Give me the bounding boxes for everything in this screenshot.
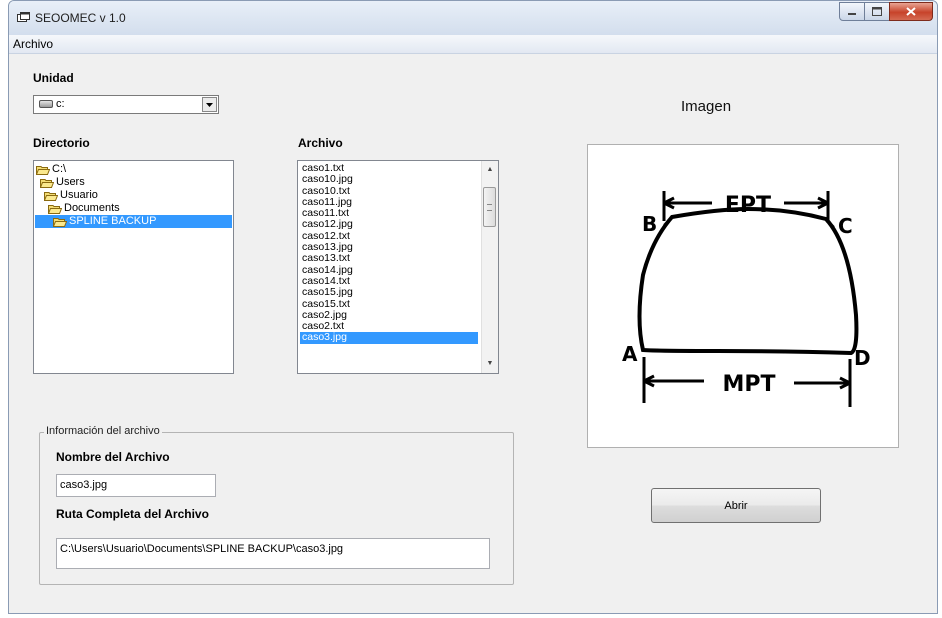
archivo-label: Archivo <box>298 136 343 150</box>
close-icon <box>906 7 916 16</box>
window-title: SEOOMEC v 1.0 <box>35 11 126 25</box>
folder-open-icon <box>40 178 54 188</box>
corner-b-label: B <box>642 212 657 236</box>
dropdown-arrow-button[interactable] <box>202 97 217 112</box>
unidad-selected: c: <box>56 98 65 110</box>
close-button[interactable] <box>889 2 933 21</box>
image-preview: EPT MPT B C A D <box>587 144 899 448</box>
dir-item[interactable]: Usuario <box>44 189 98 202</box>
file-item-selected[interactable]: caso3.jpg <box>300 332 478 344</box>
dir-item-label: Documents <box>64 202 120 214</box>
file-list[interactable]: caso1.txt caso10.jpg caso10.txt caso11.j… <box>297 160 499 374</box>
grip-icon <box>487 204 492 211</box>
menu-bar: Archivo <box>9 35 937 54</box>
corner-a-label: A <box>622 342 638 366</box>
dir-item[interactable]: Users <box>40 176 85 189</box>
file-info-group-title: Información del archivo <box>44 425 162 437</box>
dir-item-label: SPLINE BACKUP <box>69 215 157 227</box>
client-area: Unidad c: Directorio C:\ Users Usuario D… <box>9 54 937 613</box>
file-item[interactable]: caso15.jpg <box>300 287 478 298</box>
file-path-label: Ruta Completa del Archivo <box>56 507 209 521</box>
ept-label: EPT <box>725 193 771 218</box>
dir-item-label: Users <box>56 176 85 188</box>
scroll-up-icon[interactable]: ▲ <box>484 163 496 177</box>
imagen-label: Imagen <box>681 98 732 115</box>
corner-d-label: D <box>854 346 871 370</box>
directory-list[interactable]: C:\ Users Usuario Documents SPLINE BACKU… <box>33 160 234 374</box>
dir-item[interactable]: C:\ <box>36 163 66 176</box>
file-info-group: Información del archivo Nombre del Archi… <box>39 425 514 585</box>
dir-item-label: C:\ <box>52 163 67 175</box>
scroll-down-icon[interactable]: ▼ <box>484 357 496 371</box>
minimize-button[interactable] <box>839 2 865 21</box>
file-name-field[interactable]: caso3.jpg <box>56 474 216 497</box>
ept-mpt-diagram: EPT MPT B C A D <box>622 191 871 407</box>
file-path-field[interactable]: C:\Users\Usuario\Documents\SPLINE BACKUP… <box>56 538 490 569</box>
main-window: SEOOMEC v 1.0 Archivo Unidad c: Director… <box>8 0 938 614</box>
file-item[interactable]: caso10.jpg <box>300 174 478 185</box>
file-item[interactable]: caso13.txt <box>300 253 478 264</box>
unidad-combobox[interactable]: c: <box>33 95 219 114</box>
abrir-button[interactable]: Abrir <box>651 488 821 523</box>
scrollbar-thumb[interactable] <box>483 187 496 227</box>
drive-icon <box>39 100 53 108</box>
mpt-label: MPT <box>722 372 775 397</box>
app-window-icon <box>17 12 30 22</box>
folder-open-icon <box>36 165 50 175</box>
unidad-label: Unidad <box>33 71 74 85</box>
folder-open-icon <box>44 191 58 201</box>
chevron-down-icon <box>206 102 213 107</box>
dir-item-label: Usuario <box>60 189 98 201</box>
file-list-items: caso1.txt caso10.jpg caso10.txt caso11.j… <box>300 162 478 344</box>
caption-buttons <box>839 2 933 22</box>
corner-c-label: C <box>838 214 853 238</box>
directorio-label: Directorio <box>33 136 90 150</box>
file-name-label: Nombre del Archivo <box>56 450 170 464</box>
dir-item[interactable]: Documents <box>48 202 120 215</box>
maximize-icon <box>872 7 882 16</box>
folder-open-icon <box>48 204 62 214</box>
maximize-button[interactable] <box>864 2 890 21</box>
folder-open-icon <box>53 217 67 227</box>
minimize-icon <box>848 12 856 15</box>
dir-item-selected[interactable]: SPLINE BACKUP <box>35 215 232 228</box>
file-list-scrollbar[interactable]: ▲ ▼ <box>481 161 498 373</box>
title-bar[interactable]: SEOOMEC v 1.0 <box>9 1 937 35</box>
menu-archivo[interactable]: Archivo <box>13 37 53 51</box>
